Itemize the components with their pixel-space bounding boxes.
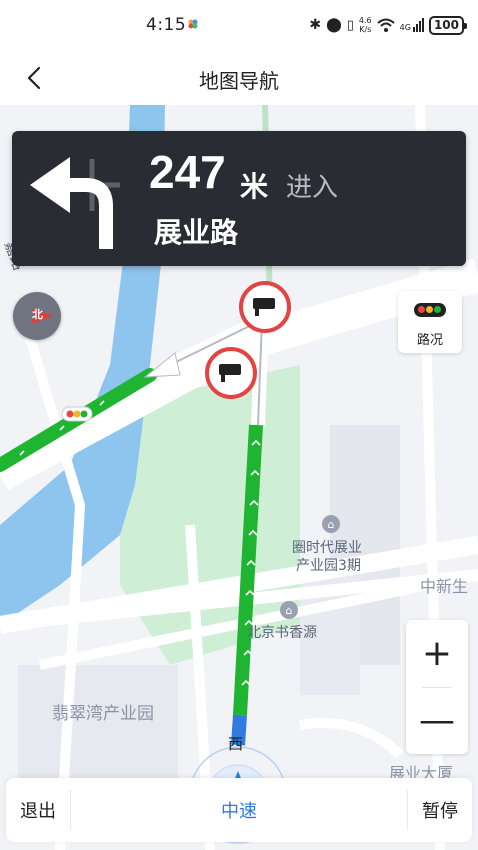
pause-navigation-button[interactable]: 暂停 — [408, 778, 472, 842]
page-title: 地图导航 — [199, 69, 279, 93]
zoom-out-button[interactable]: — — [406, 687, 468, 754]
guidance-action: 进入 — [286, 173, 339, 203]
status-icons: ✱ ⬤ ▯ 4.6 K/s 4G 100 — [309, 14, 468, 36]
map-label-park-2: 产业园3期 — [296, 558, 361, 574]
guidance-panel: 247 米 进入 展业路 — [12, 131, 466, 266]
vibrate-icon: ▯ — [346, 17, 354, 33]
battery-indicator: 100 — [428, 15, 468, 35]
compass-label: 北 — [32, 308, 43, 321]
zoom-in-button[interactable]: + — [406, 620, 468, 687]
zoom-control: + — — [406, 620, 468, 754]
bluetooth-icon: ✱ — [309, 17, 322, 33]
guidance-unit: 米 — [240, 170, 269, 203]
map-label-feicui: 翡翠湾产业园 — [52, 704, 154, 724]
road-curve — [299, 718, 404, 759]
app-header: 地图导航 — [0, 50, 478, 105]
status-time: 4:15 — [146, 15, 187, 35]
map-label-park-1: 圈时代展业 — [292, 540, 362, 556]
map-label-bookstore: 北京书香源 — [247, 625, 317, 641]
exit-navigation-button[interactable]: 退出 — [6, 778, 70, 842]
compass-button[interactable]: 北 — [13, 292, 61, 340]
status-bar: 4:15 ✱ ⬤ ▯ 4.6 K/s 4G 100 — [0, 0, 478, 50]
network-speed: 4.6 K/s — [358, 16, 372, 34]
cellular-icon: 4G — [400, 18, 424, 32]
park-poi-icon: ⌂ — [322, 515, 340, 533]
guidance-road-name: 展业路 — [154, 216, 239, 249]
traffic-toggle-button[interactable]: 路况 — [398, 291, 462, 353]
map-label-zhongxin: 中新生 — [420, 577, 469, 596]
location-icon: ⬤ — [326, 17, 342, 33]
guidance-distance: 247 — [149, 146, 226, 198]
wifi-icon — [376, 18, 395, 32]
app-notification-icon — [188, 19, 198, 29]
map-label-road-west: 西 — [228, 735, 244, 753]
traffic-light-icon — [414, 303, 446, 317]
turn-left-arrow-icon — [30, 157, 120, 249]
bookstore-poi-icon: ⌂ — [280, 601, 298, 619]
speed-status: 中速 — [221, 801, 257, 822]
navigation-bottom-bar: 退出 中速 暂停 — [6, 778, 472, 842]
traffic-label: 路况 — [416, 333, 443, 348]
